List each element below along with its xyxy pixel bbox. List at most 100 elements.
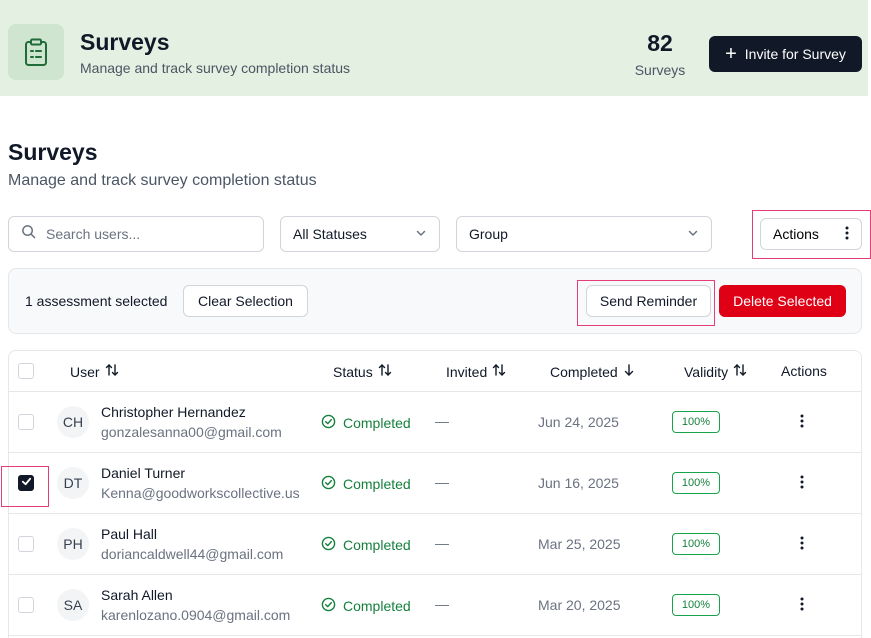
user-email: doriancaldwell44@gmail.com	[101, 546, 284, 562]
column-header-status[interactable]: Status	[333, 363, 392, 380]
user-email: gonzalesanna00@gmail.com	[101, 424, 282, 440]
status-text: Completed	[343, 415, 411, 431]
sort-icon	[733, 363, 747, 380]
invite-button-label: Invite for Survey	[744, 46, 846, 62]
validity-badge: 100%	[672, 533, 720, 555]
sort-icon	[105, 363, 119, 380]
column-header-user[interactable]: User	[70, 363, 119, 380]
table-row: PH Paul Hall doriancaldwell44@gmail.com …	[9, 514, 861, 575]
sort-icon	[492, 363, 506, 380]
avatar: CH	[57, 406, 89, 438]
page-subtitle: Manage and track survey completion statu…	[8, 172, 317, 189]
column-header-invited[interactable]: Invited	[446, 363, 506, 380]
more-vertical-icon	[800, 414, 804, 433]
delete-selected-button[interactable]: Delete Selected	[719, 285, 846, 317]
more-vertical-icon	[800, 597, 804, 616]
search-icon	[21, 224, 36, 244]
group-select-value: Group	[469, 226, 508, 242]
page-title: Surveys	[8, 139, 98, 165]
user-name: Paul Hall	[101, 526, 158, 542]
invited-value: —	[435, 474, 449, 490]
table-row: CH Christopher Hernandez gonzalesanna00@…	[9, 392, 861, 453]
more-vertical-icon	[800, 536, 804, 555]
plus-icon: +	[725, 43, 737, 65]
user-name: Sarah Allen	[101, 587, 173, 603]
check-circle-icon	[321, 597, 336, 615]
validity-badge: 100%	[672, 594, 720, 616]
status-text: Completed	[343, 537, 411, 553]
column-label: Completed	[550, 363, 618, 380]
column-header-validity[interactable]: Validity	[684, 363, 747, 380]
check-circle-icon	[321, 475, 336, 493]
column-header-completed[interactable]: Completed	[550, 363, 635, 380]
status-select[interactable]: All Statuses	[280, 216, 440, 252]
status-text: Completed	[343, 476, 411, 492]
header-title: Surveys	[80, 29, 170, 55]
row-actions-button[interactable]	[796, 536, 808, 554]
validity-badge: 100%	[672, 411, 720, 433]
completed-date: Mar 20, 2025	[538, 597, 621, 613]
validity-badge: 100%	[672, 472, 720, 494]
status-label: Completed	[321, 475, 411, 493]
header-subtitle: Manage and track survey completion statu…	[80, 60, 351, 76]
user-email: Kenna@goodworkscollective.us	[101, 485, 300, 501]
user-email: karenlozano.0904@gmail.com	[101, 607, 291, 623]
row-checkbox[interactable]	[18, 414, 34, 430]
status-text: Completed	[343, 598, 411, 614]
status-label: Completed	[321, 597, 411, 615]
column-label: User	[70, 363, 100, 380]
row-actions-button[interactable]	[796, 597, 808, 615]
completed-date: Mar 25, 2025	[538, 536, 621, 552]
avatar: DT	[57, 467, 89, 499]
row-actions-button[interactable]	[796, 475, 808, 493]
status-label: Completed	[321, 414, 411, 432]
selection-bar: 1 assessment selected Clear Selection Se…	[8, 268, 862, 334]
chevron-down-icon	[687, 226, 699, 242]
avatar: PH	[57, 528, 89, 560]
column-label: Invited	[446, 363, 488, 380]
row-checkbox[interactable]	[18, 536, 34, 552]
chevron-down-icon	[415, 226, 427, 242]
invited-value: —	[435, 535, 449, 551]
table-header: User Status Invited Completed Validity A…	[9, 351, 861, 392]
invited-value: —	[435, 413, 449, 429]
clear-selection-button[interactable]: Clear Selection	[183, 285, 308, 317]
actions-button-label: Actions	[773, 226, 819, 242]
row-checkbox[interactable]	[18, 597, 34, 613]
user-name: Daniel Turner	[101, 465, 186, 481]
sort-icon	[378, 363, 392, 380]
column-label: Validity	[684, 363, 729, 380]
selection-count: 1 assessment selected	[25, 293, 168, 309]
more-vertical-icon	[845, 226, 849, 243]
surveys-count-label: Surveys	[634, 62, 686, 78]
column-label: Actions	[781, 363, 827, 379]
group-select[interactable]: Group	[456, 216, 712, 252]
search-input[interactable]	[46, 226, 246, 242]
more-vertical-icon	[800, 475, 804, 494]
invited-value: —	[435, 596, 449, 612]
check-icon	[21, 474, 32, 492]
status-select-value: All Statuses	[293, 226, 367, 242]
row-actions-button[interactable]	[796, 414, 808, 432]
row-checkbox[interactable]	[18, 475, 34, 491]
column-label: Status	[333, 363, 373, 380]
arrow-down-icon	[623, 363, 635, 380]
check-circle-icon	[321, 414, 336, 432]
surveys-count: 82	[647, 30, 673, 56]
table-row: SA Sarah Allen karenlozano.0904@gmail.co…	[9, 575, 861, 636]
user-name: Christopher Hernandez	[101, 404, 246, 420]
completed-date: Jun 16, 2025	[538, 475, 619, 491]
completed-date: Jun 24, 2025	[538, 414, 619, 430]
table-row: DT Daniel Turner Kenna@goodworkscollecti…	[9, 453, 861, 514]
avatar: SA	[57, 589, 89, 621]
surveys-table: User Status Invited Completed Validity A…	[8, 350, 862, 638]
status-label: Completed	[321, 536, 411, 554]
clipboard-icon	[8, 24, 64, 80]
check-circle-icon	[321, 536, 336, 554]
page-header: Surveys Manage and track survey completi…	[0, 0, 868, 96]
search-box[interactable]	[8, 216, 264, 252]
actions-menu-button[interactable]: Actions	[760, 218, 862, 250]
select-all-checkbox[interactable]	[18, 363, 34, 379]
invite-for-survey-button[interactable]: + Invite for Survey	[709, 36, 862, 72]
send-reminder-button[interactable]: Send Reminder	[586, 285, 711, 317]
